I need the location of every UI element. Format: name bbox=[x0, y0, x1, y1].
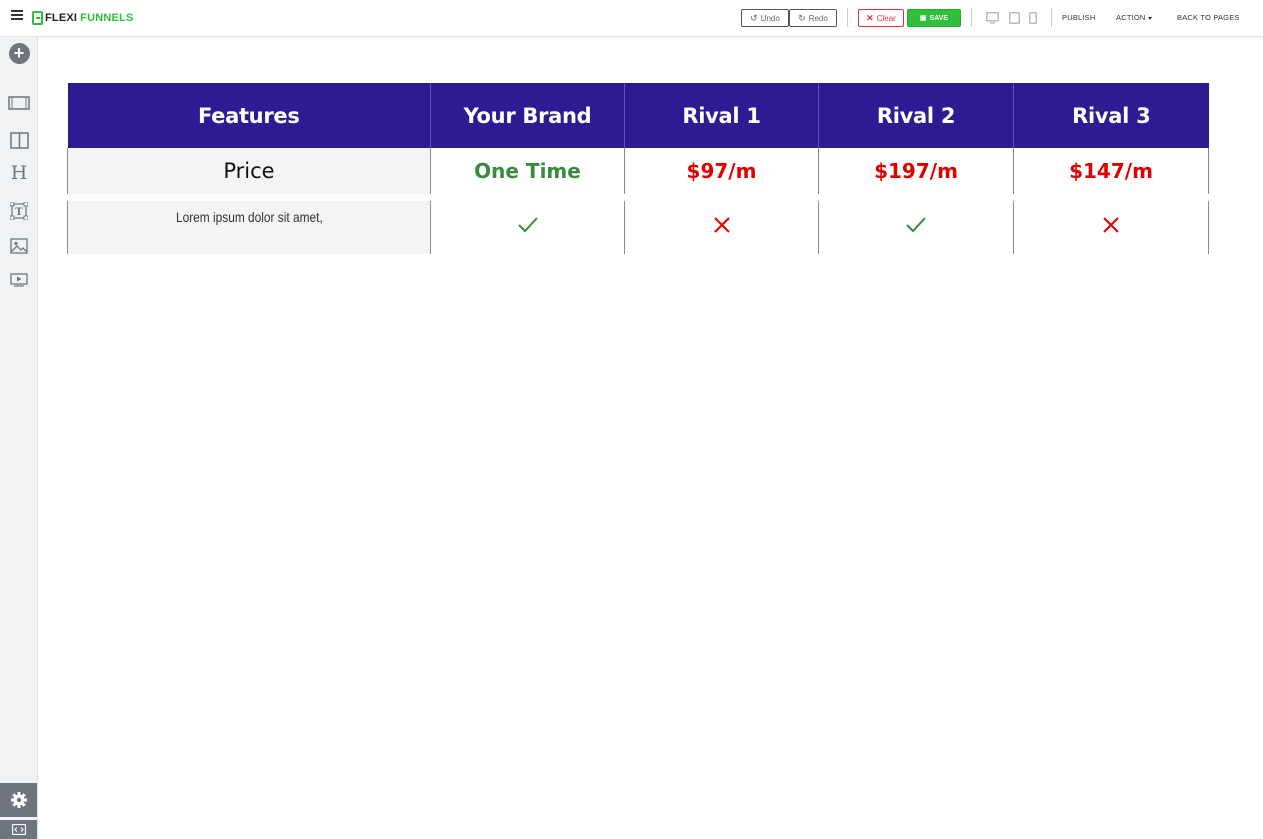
divider bbox=[971, 8, 972, 27]
header-rival-3[interactable]: Rival 3 bbox=[1013, 83, 1209, 148]
settings-icon[interactable] bbox=[0, 783, 37, 817]
divider bbox=[1051, 8, 1052, 27]
cross-icon bbox=[713, 217, 730, 233]
clear-button[interactable]: ✕ Clear bbox=[858, 9, 904, 27]
feature-label-cell[interactable]: Lorem ipsum dolor sit amet, bbox=[67, 201, 431, 254]
price-value: $97/m bbox=[686, 159, 757, 183]
save-label: SAVE bbox=[929, 14, 949, 22]
feature-cell-rival-1[interactable] bbox=[624, 201, 819, 254]
feature-cell-your-brand[interactable] bbox=[430, 201, 625, 254]
price-cell-rival-2[interactable]: $197/m bbox=[818, 148, 1014, 194]
divider bbox=[847, 8, 848, 27]
tablet-view-icon[interactable] bbox=[1009, 11, 1021, 24]
close-icon: ✕ bbox=[866, 12, 874, 23]
heading-icon[interactable]: H bbox=[8, 162, 30, 184]
feature-cell-rival-2[interactable] bbox=[818, 201, 1014, 254]
logo[interactable]: FLEXI FUNNELS bbox=[32, 10, 134, 26]
undo-button[interactable]: ↺ Undo bbox=[741, 9, 789, 27]
logo-text-flexi: FLEXI bbox=[45, 12, 78, 24]
price-label: Price bbox=[223, 159, 275, 183]
video-icon[interactable] bbox=[8, 269, 30, 291]
top-toolbar: FLEXI FUNNELS ↺ Undo ↻ Redo ✕ Clear ▣ SA… bbox=[0, 0, 1263, 37]
table-header-row: Features Your Brand Rival 1 Rival 2 Riva… bbox=[67, 83, 1209, 148]
table-row: Lorem ipsum dolor sit amet, bbox=[67, 201, 1209, 254]
header-features[interactable]: Features bbox=[67, 83, 431, 148]
mobile-view-icon[interactable] bbox=[1029, 11, 1041, 24]
back-to-pages-link[interactable]: BACK TO PAGES bbox=[1177, 13, 1240, 22]
action-label: ACTION bbox=[1116, 13, 1146, 22]
redo-button[interactable]: ↻ Redo bbox=[789, 9, 837, 27]
section-icon[interactable] bbox=[8, 92, 30, 114]
row-spacer bbox=[67, 194, 1209, 201]
undo-icon: ↺ bbox=[750, 12, 758, 23]
undo-label: Undo bbox=[760, 13, 780, 23]
columns-icon[interactable] bbox=[8, 129, 30, 151]
header-your-brand[interactable]: Your Brand bbox=[430, 83, 625, 148]
menu-icon[interactable] bbox=[11, 10, 23, 20]
publish-link[interactable]: PUBLISH bbox=[1062, 13, 1096, 22]
price-cell-rival-3[interactable]: $147/m bbox=[1013, 148, 1209, 194]
price-label-cell[interactable]: Price bbox=[67, 148, 431, 194]
svg-text:T: T bbox=[15, 207, 23, 218]
element-sidebar: + H T bbox=[0, 38, 38, 839]
feature-label: Lorem ipsum dolor sit amet, bbox=[175, 209, 323, 225]
price-value: One Time bbox=[474, 159, 581, 183]
check-icon bbox=[906, 217, 926, 233]
check-icon bbox=[517, 217, 538, 233]
clear-label: Clear bbox=[876, 13, 896, 23]
cross-icon bbox=[1103, 217, 1119, 233]
save-button[interactable]: ▣ SAVE bbox=[907, 9, 961, 27]
image-icon[interactable] bbox=[8, 235, 30, 257]
redo-label: Redo bbox=[808, 13, 828, 23]
redo-icon: ↻ bbox=[798, 12, 806, 23]
header-rival-2[interactable]: Rival 2 bbox=[818, 83, 1014, 148]
desktop-view-icon[interactable] bbox=[986, 11, 999, 24]
price-value: $197/m bbox=[874, 159, 958, 183]
price-cell-rival-1[interactable]: $97/m bbox=[624, 148, 819, 194]
action-dropdown[interactable]: ACTION bbox=[1116, 13, 1152, 22]
feature-cell-rival-3[interactable] bbox=[1013, 201, 1209, 254]
price-value: $147/m bbox=[1069, 159, 1153, 183]
logo-text-funnels: FUNNELS bbox=[80, 12, 134, 24]
code-icon[interactable] bbox=[0, 820, 37, 839]
add-icon[interactable]: + bbox=[8, 42, 30, 64]
save-icon: ▣ bbox=[919, 15, 927, 22]
header-rival-1[interactable]: Rival 1 bbox=[624, 83, 819, 148]
comparison-table: Features Your Brand Rival 1 Rival 2 Riva… bbox=[67, 83, 1209, 254]
chevron-down-icon bbox=[1147, 16, 1152, 20]
table-row: Price One Time $97/m $197/m $147/m bbox=[67, 148, 1209, 194]
price-cell-your-brand[interactable]: One Time bbox=[430, 148, 625, 194]
logo-mark-icon bbox=[32, 11, 43, 25]
text-icon[interactable]: T bbox=[8, 200, 30, 222]
